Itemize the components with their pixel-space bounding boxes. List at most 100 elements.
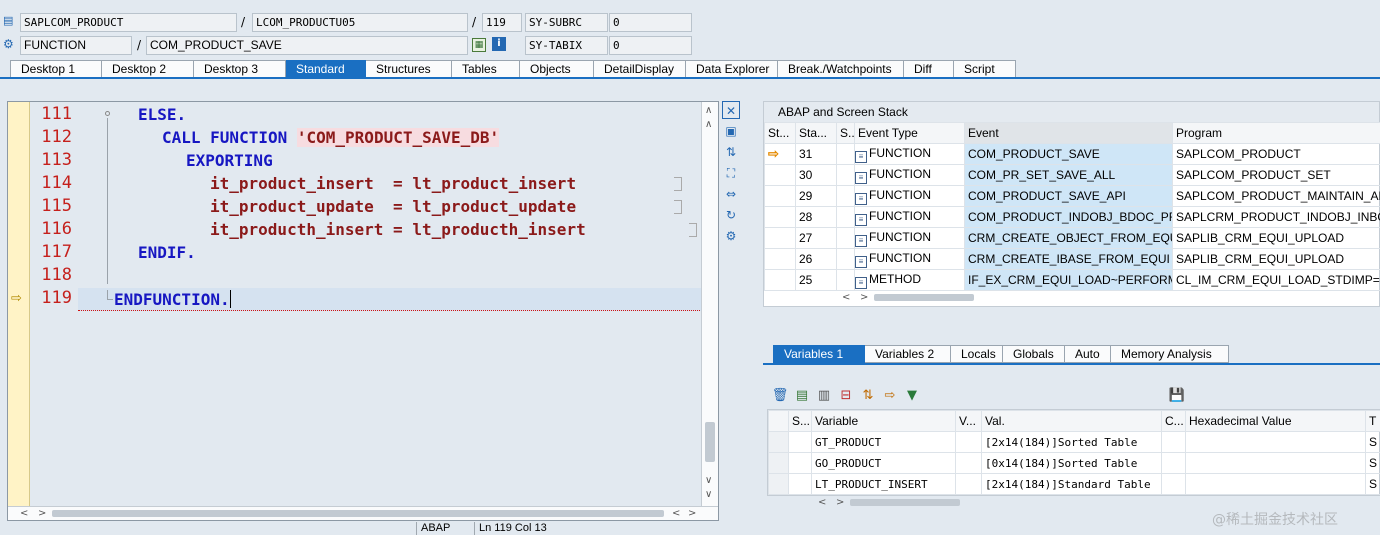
- stack-event[interactable]: COM_PR_SET_SAVE_ALL: [964, 164, 1173, 186]
- tab-desktop-3[interactable]: Desktop 3: [194, 60, 286, 78]
- stack-event[interactable]: COM_PRODUCT_SAVE_API: [964, 185, 1173, 207]
- scroll-left-icon[interactable]: <: [842, 291, 850, 305]
- var-col-header[interactable]: C...: [1161, 410, 1186, 432]
- var-col-header[interactable]: Hexadecimal Value: [1185, 410, 1366, 432]
- filter-icon[interactable]: ▼: [903, 387, 921, 405]
- var-col-header[interactable]: S...: [788, 410, 812, 432]
- tab-script[interactable]: Script: [954, 60, 1016, 78]
- vartab-memory-analysis[interactable]: Memory Analysis: [1111, 345, 1229, 363]
- var-value[interactable]: [0x14(184)]Sorted Table: [981, 452, 1162, 474]
- var-col-header[interactable]: T: [1365, 410, 1380, 432]
- swap-icon[interactable]: ⇔: [722, 185, 740, 203]
- stack-col-header[interactable]: Event: [964, 122, 1173, 144]
- tab-break-watchpoints[interactable]: Break./Watchpoints: [778, 60, 904, 78]
- maximize-icon[interactable]: ⛶: [722, 164, 740, 182]
- scroll-left-icon[interactable]: <: [818, 496, 826, 510]
- scroll-thumb[interactable]: [850, 499, 960, 506]
- stack-event[interactable]: COM_PRODUCT_SAVE: [964, 143, 1173, 165]
- var-col-header[interactable]: [768, 410, 789, 432]
- refresh-icon[interactable]: ↻: [722, 206, 740, 224]
- stack-row[interactable]: 25 ≡ METHOD IF_EX_CRM_EQUI_LOAD~PERFORM... C…: [764, 269, 1380, 291]
- tab-data-explorer[interactable]: Data Explorer: [686, 60, 778, 78]
- line-field[interactable]: 119: [482, 13, 522, 32]
- stack-row[interactable]: 27 ≡ FUNCTION CRM_CREATE_OBJECT_FROM_EQUI SA…: [764, 227, 1380, 249]
- tab-objects[interactable]: Objects: [520, 60, 594, 78]
- program-field[interactable]: SAPLCOM_PRODUCT: [20, 13, 237, 32]
- navigate-icon[interactable]: ⇨: [881, 387, 899, 405]
- sy-subrc-value[interactable]: 0: [609, 13, 692, 32]
- stack-event[interactable]: IF_EX_CRM_EQUI_LOAD~PERFORM...: [964, 269, 1173, 291]
- new-tool-icon[interactable]: ▣: [722, 122, 740, 140]
- vartab-locals[interactable]: Locals: [951, 345, 1003, 363]
- stack-row[interactable]: ⇨ 31 ≡ FUNCTION COM_PRODUCT_SAVE SAPLCOM_PROD…: [764, 143, 1380, 165]
- tab-standard[interactable]: Standard: [286, 60, 366, 78]
- source-editor[interactable]: ⇨ 111 112 113 114 115 116 117 118 119 ELSE. CALL…: [7, 101, 719, 521]
- tab-desktop-1[interactable]: Desktop 1: [10, 60, 102, 78]
- stack-program[interactable]: SAPLCRM_PRODUCT_INDOBJ_INBOUN: [1172, 206, 1380, 228]
- vars-hscroll[interactable]: < >: [812, 496, 1012, 510]
- import-icon[interactable]: ▤: [793, 387, 811, 405]
- stack-program[interactable]: SAPLCOM_PRODUCT: [1172, 143, 1380, 165]
- scroll-up-icon[interactable]: ∧: [705, 104, 712, 118]
- vartab-variables-1[interactable]: Variables 1: [773, 345, 865, 363]
- vartab-variables-2[interactable]: Variables 2: [865, 345, 951, 363]
- kind-field[interactable]: FUNCTION: [20, 36, 132, 55]
- stack-col-header[interactable]: S...: [836, 122, 855, 144]
- delete-icon[interactable]: 🗑: [771, 387, 789, 405]
- export-icon[interactable]: ▥: [815, 387, 833, 405]
- variable-row[interactable]: LT_PRODUCT_INSERT [2x14(184)]Standard Tab…: [768, 473, 1380, 495]
- scroll-left-icon[interactable]: <: [20, 507, 28, 521]
- scroll-right-icon[interactable]: >: [860, 291, 868, 305]
- var-value[interactable]: [2x14(184)]Sorted Table: [981, 431, 1162, 453]
- scroll-down-icon[interactable]: ∨: [705, 474, 712, 488]
- stack-program[interactable]: CL_IM_CRM_EQUI_LOAD_STDIMP===: [1172, 269, 1380, 291]
- var-name[interactable]: LT_PRODUCT_INSERT: [811, 473, 956, 495]
- scroll-right-icon[interactable]: >: [836, 496, 844, 510]
- sy-tabix-value[interactable]: 0: [609, 36, 692, 55]
- vartab-globals[interactable]: Globals: [1003, 345, 1065, 363]
- stack-program[interactable]: SAPLIB_CRM_EQUI_UPLOAD: [1172, 248, 1380, 270]
- stack-col-header[interactable]: Event Type: [854, 122, 965, 144]
- close-icon[interactable]: ✕: [722, 101, 740, 119]
- tab-desktop-2[interactable]: Desktop 2: [102, 60, 194, 78]
- info-icon[interactable]: i: [492, 37, 506, 51]
- remove-row-icon[interactable]: ⊟: [837, 387, 855, 405]
- scroll-thumb[interactable]: [705, 422, 715, 462]
- variable-row[interactable]: GO_PRODUCT [0x14(184)]Sorted Table S: [768, 452, 1380, 474]
- var-col-header[interactable]: Variable: [811, 410, 956, 432]
- stack-program[interactable]: SAPLCOM_PRODUCT_SET: [1172, 164, 1380, 186]
- scroll-up-icon[interactable]: ∧: [705, 118, 712, 132]
- scroll-thumb[interactable]: [52, 510, 664, 517]
- stack-program[interactable]: SAPLCOM_PRODUCT_MAINTAIN_API: [1172, 185, 1380, 207]
- var-name[interactable]: GT_PRODUCT: [811, 431, 956, 453]
- variable-row[interactable]: GT_PRODUCT [2x14(184)]Sorted Table S: [768, 431, 1380, 453]
- stack-event[interactable]: CRM_CREATE_IBASE_FROM_EQUI: [964, 248, 1173, 270]
- tab-tables[interactable]: Tables: [452, 60, 520, 78]
- tab-detaildisplay[interactable]: DetailDisplay: [594, 60, 686, 78]
- services-icon[interactable]: ⚙: [722, 227, 740, 245]
- stack-event[interactable]: CRM_CREATE_OBJECT_FROM_EQUI: [964, 227, 1173, 249]
- scroll-right-icon[interactable]: >: [688, 507, 696, 521]
- name-field[interactable]: COM_PRODUCT_SAVE: [146, 36, 468, 55]
- editor-vertical-scrollbar[interactable]: ∧ ∧ ∨ ∨: [701, 102, 718, 508]
- stack-col-header[interactable]: Program: [1172, 122, 1380, 144]
- display-object-icon[interactable]: ▦: [472, 38, 486, 52]
- include-field[interactable]: LCOM_PRODUCTU05: [252, 13, 468, 32]
- save-icon[interactable]: 💾: [1168, 387, 1186, 405]
- tab-structures[interactable]: Structures: [366, 60, 452, 78]
- stack-row[interactable]: 29 ≡ FUNCTION COM_PRODUCT_SAVE_API SAPLCOM_P…: [764, 185, 1380, 207]
- sort-icon[interactable]: ⇅: [859, 387, 877, 405]
- stack-col-header[interactable]: St...: [764, 122, 796, 144]
- stack-col-header[interactable]: Sta...: [795, 122, 837, 144]
- scroll-right-icon[interactable]: >: [38, 507, 46, 521]
- scroll-down-icon[interactable]: ∨: [705, 488, 712, 502]
- stack-row[interactable]: 30 ≡ FUNCTION COM_PR_SET_SAVE_ALL SAPLCOM_PR…: [764, 164, 1380, 186]
- var-name[interactable]: GO_PRODUCT: [811, 452, 956, 474]
- stack-hscroll[interactable]: < >: [836, 291, 1076, 305]
- editor-horizontal-scrollbar[interactable]: < > < >: [8, 506, 718, 520]
- var-col-header[interactable]: V...: [955, 410, 982, 432]
- code-area[interactable]: ELSE. CALL FUNCTION 'COM_PRODUCT_SAVE_DB…: [78, 102, 702, 508]
- stack-row[interactable]: 26 ≡ FUNCTION CRM_CREATE_IBASE_FROM_EQUI SAP…: [764, 248, 1380, 270]
- var-value[interactable]: [2x14(184)]Standard Table: [981, 473, 1162, 495]
- scroll-thumb[interactable]: [874, 294, 974, 301]
